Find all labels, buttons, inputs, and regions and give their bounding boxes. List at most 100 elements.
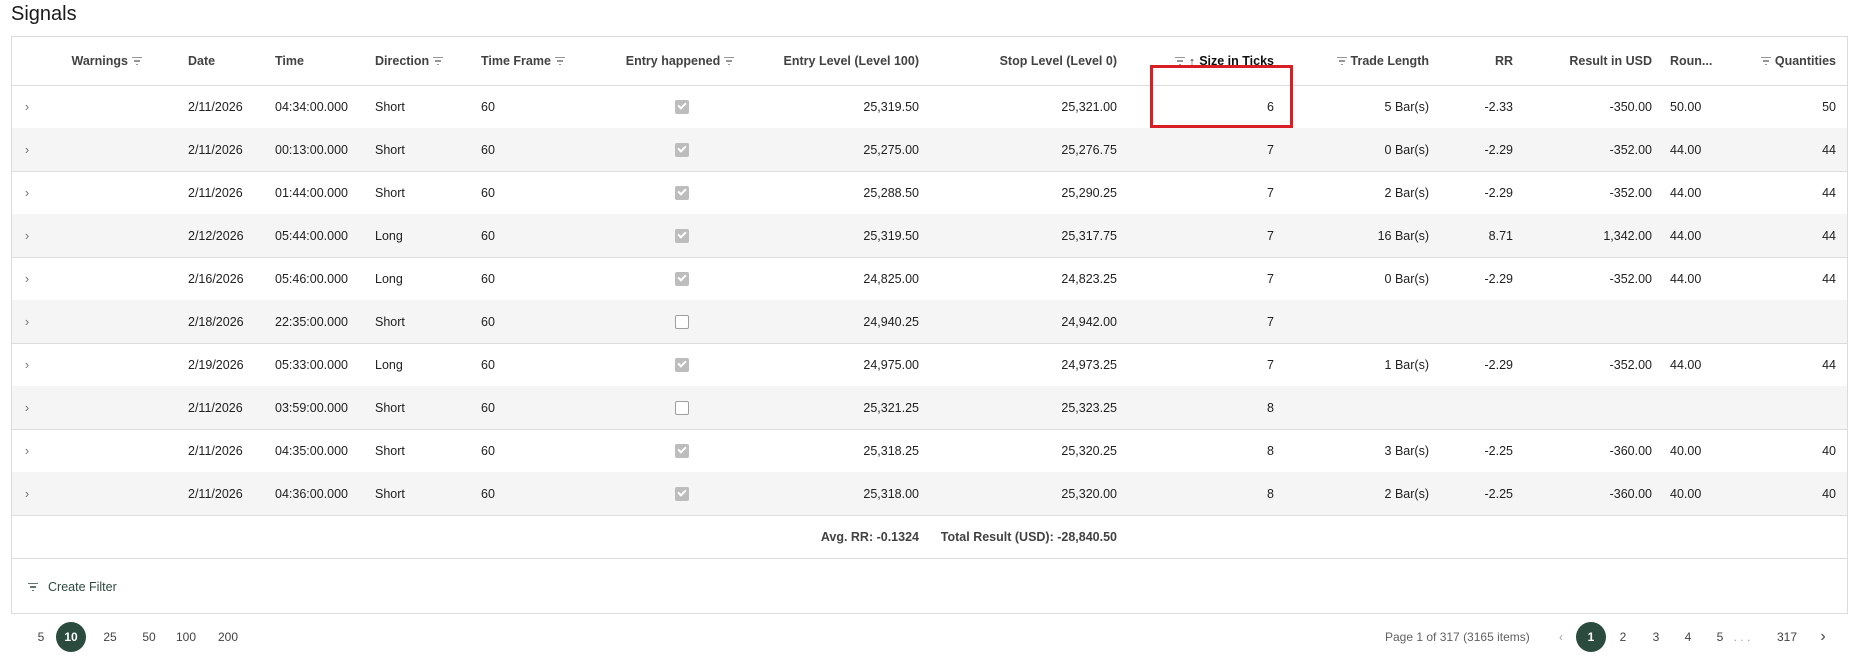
entry-happened-cell — [602, 300, 762, 343]
page-title: Signals — [11, 3, 77, 25]
page-button[interactable]: 4 — [1673, 622, 1703, 652]
filter-icon[interactable] — [433, 57, 444, 65]
entry-happened-checkbox[interactable] — [675, 185, 689, 200]
chevron-right-icon[interactable]: › — [12, 429, 42, 472]
filter-icon[interactable] — [1336, 57, 1347, 65]
trade-length-cell: 0 Bar(s) — [1384, 271, 1429, 286]
chevron-left-icon[interactable]: ‹ — [1546, 622, 1576, 652]
page-size-option[interactable]: 200 — [213, 622, 243, 652]
entry-happened-checkbox[interactable] — [675, 99, 689, 114]
column-title-stop-level: Stop Level (Level 0) — [999, 54, 1117, 68]
entry-happened-checkbox[interactable] — [675, 228, 689, 243]
table-row[interactable]: › 2/11/2026 00:13:00.000 Short 60 25,275.00 25… — [12, 128, 1847, 172]
table-row[interactable]: › 2/11/2026 04:34:00.000 Short 60 25,319.50 25… — [12, 85, 1847, 129]
page-size-option[interactable]: 10 — [56, 622, 86, 652]
direction-cell: Long — [375, 228, 403, 243]
chevron-right-icon[interactable]: › — [12, 386, 42, 429]
chevron-right-icon[interactable]: › — [12, 472, 42, 515]
table-row[interactable]: › 2/11/2026 04:35:00.000 Short 60 25,318.25 25… — [12, 429, 1847, 473]
time-frame-cell: 60 — [481, 400, 495, 415]
entry-happened-checkbox[interactable] — [675, 271, 689, 286]
time-cell: 01:44:00.000 — [275, 185, 348, 200]
trade-length-cell: 2 Bar(s) — [1384, 185, 1429, 200]
filter-icon[interactable] — [724, 57, 735, 65]
page-size-option[interactable]: 25 — [95, 622, 125, 652]
column-header-date[interactable]: Date — [188, 37, 248, 85]
column-header-time-frame[interactable]: Time Frame — [481, 37, 581, 85]
entry-happened-checkbox[interactable] — [675, 443, 689, 458]
column-header-entry-level[interactable]: Entry Level (Level 100) — [752, 37, 919, 85]
result-usd-cell: -352.00 — [1609, 357, 1652, 372]
result-usd-cell: -350.00 — [1609, 99, 1652, 114]
page-button-last[interactable]: 317 — [1772, 622, 1802, 652]
entry-happened-checkbox[interactable] — [675, 486, 689, 501]
rounded-cell: 50.00 — [1670, 99, 1702, 114]
rounded-cell: 44.00 — [1670, 271, 1702, 286]
quantities-cell: 40 — [1822, 486, 1836, 501]
column-header-warnings[interactable]: Warnings — [12, 37, 146, 85]
time-cell: 00:13:00.000 — [275, 142, 348, 157]
column-header-time[interactable]: Time — [275, 37, 355, 85]
column-title-size-in-ticks: Size in Ticks — [1199, 54, 1274, 68]
time-frame-cell: 60 — [481, 443, 495, 458]
table-row[interactable]: › 2/12/2026 05:44:00.000 Long 60 25,319.50 25,… — [12, 214, 1847, 258]
column-header-rr[interactable]: RR — [1452, 37, 1513, 85]
column-header-rounded[interactable]: Roun... — [1670, 37, 1726, 85]
entry-level-cell: 24,940.25 — [863, 314, 919, 329]
chevron-right-icon[interactable]: › — [12, 214, 42, 257]
page-button[interactable]: 3 — [1641, 622, 1671, 652]
page-size-option[interactable]: 100 — [171, 622, 201, 652]
table-row[interactable]: › 2/11/2026 03:59:00.000 Short 60 25,321.25 25… — [12, 386, 1847, 430]
chevron-right-icon[interactable]: › — [12, 171, 42, 214]
entry-level-cell: 25,318.00 — [863, 486, 919, 501]
column-header-entry-happened[interactable]: Entry happened — [602, 37, 762, 85]
chevron-right-icon[interactable]: › — [12, 257, 42, 300]
filter-icon[interactable] — [554, 57, 565, 65]
total-result-summary: Total Result (USD): -28,840.50 — [940, 529, 1117, 544]
sort-ascending-icon[interactable]: ↑ — [1189, 54, 1196, 69]
table-row[interactable]: › 2/16/2026 05:46:00.000 Long 60 24,825.00 24,… — [12, 257, 1847, 301]
column-header-quantities[interactable]: Quantities — [1732, 37, 1836, 85]
rr-cell: -2.29 — [1484, 142, 1514, 157]
table-row[interactable]: › 2/11/2026 04:36:00.000 Short 60 25,318.00 25… — [12, 472, 1847, 516]
chevron-right-icon[interactable]: › — [1808, 622, 1838, 652]
size-in-ticks-cell: 7 — [1267, 314, 1274, 329]
pager-ellipsis: . . . — [1733, 630, 1751, 644]
time-cell: 03:59:00.000 — [275, 400, 348, 415]
quantities-cell: 44 — [1822, 228, 1836, 243]
size-in-ticks-cell: 7 — [1267, 142, 1274, 157]
size-in-ticks-cell: 7 — [1267, 357, 1274, 372]
entry-happened-checkbox[interactable] — [675, 357, 689, 372]
grid-header: Warnings Date Time Direction Time Frame … — [12, 37, 1847, 86]
page-size-option[interactable]: 5 — [26, 622, 56, 652]
column-header-trade-length[interactable]: Trade Length — [1292, 37, 1429, 85]
column-header-direction[interactable]: Direction — [375, 37, 465, 85]
column-header-result-usd[interactable]: Result in USD — [1522, 37, 1652, 85]
page-button[interactable]: 2 — [1608, 622, 1638, 652]
chevron-right-icon[interactable]: › — [12, 343, 42, 386]
chevron-right-icon[interactable]: › — [12, 85, 42, 128]
filter-icon[interactable] — [28, 582, 38, 591]
entry-happened-cell — [602, 429, 762, 472]
entry-happened-checkbox[interactable] — [675, 400, 689, 415]
filter-icon[interactable] — [132, 57, 142, 65]
column-header-size-in-ticks[interactable]: ↑ Size in Ticks — [1142, 37, 1274, 85]
column-header-stop-level[interactable]: Stop Level (Level 0) — [932, 37, 1117, 85]
rr-cell: -2.29 — [1484, 271, 1514, 286]
filter-icon[interactable] — [1174, 57, 1185, 65]
entry-happened-checkbox[interactable] — [675, 314, 689, 329]
table-row[interactable]: › 2/19/2026 05:33:00.000 Long 60 24,975.00 24,… — [12, 343, 1847, 387]
date-cell: 2/11/2026 — [188, 185, 243, 200]
chevron-right-icon[interactable]: › — [12, 128, 42, 171]
filter-icon[interactable] — [1760, 57, 1771, 65]
create-filter-button[interactable]: Create Filter — [48, 580, 117, 594]
time-frame-cell: 60 — [481, 271, 495, 286]
direction-cell: Long — [375, 271, 403, 286]
entry-happened-checkbox[interactable] — [675, 142, 689, 157]
table-row[interactable]: › 2/11/2026 01:44:00.000 Short 60 25,288.50 25… — [12, 171, 1847, 215]
chevron-right-icon[interactable]: › — [12, 300, 42, 343]
entry-happened-cell — [602, 257, 762, 300]
page-size-option[interactable]: 50 — [134, 622, 164, 652]
table-row[interactable]: › 2/18/2026 22:35:00.000 Short 60 24,940.25 24… — [12, 300, 1847, 344]
page-button[interactable]: 1 — [1576, 622, 1606, 652]
